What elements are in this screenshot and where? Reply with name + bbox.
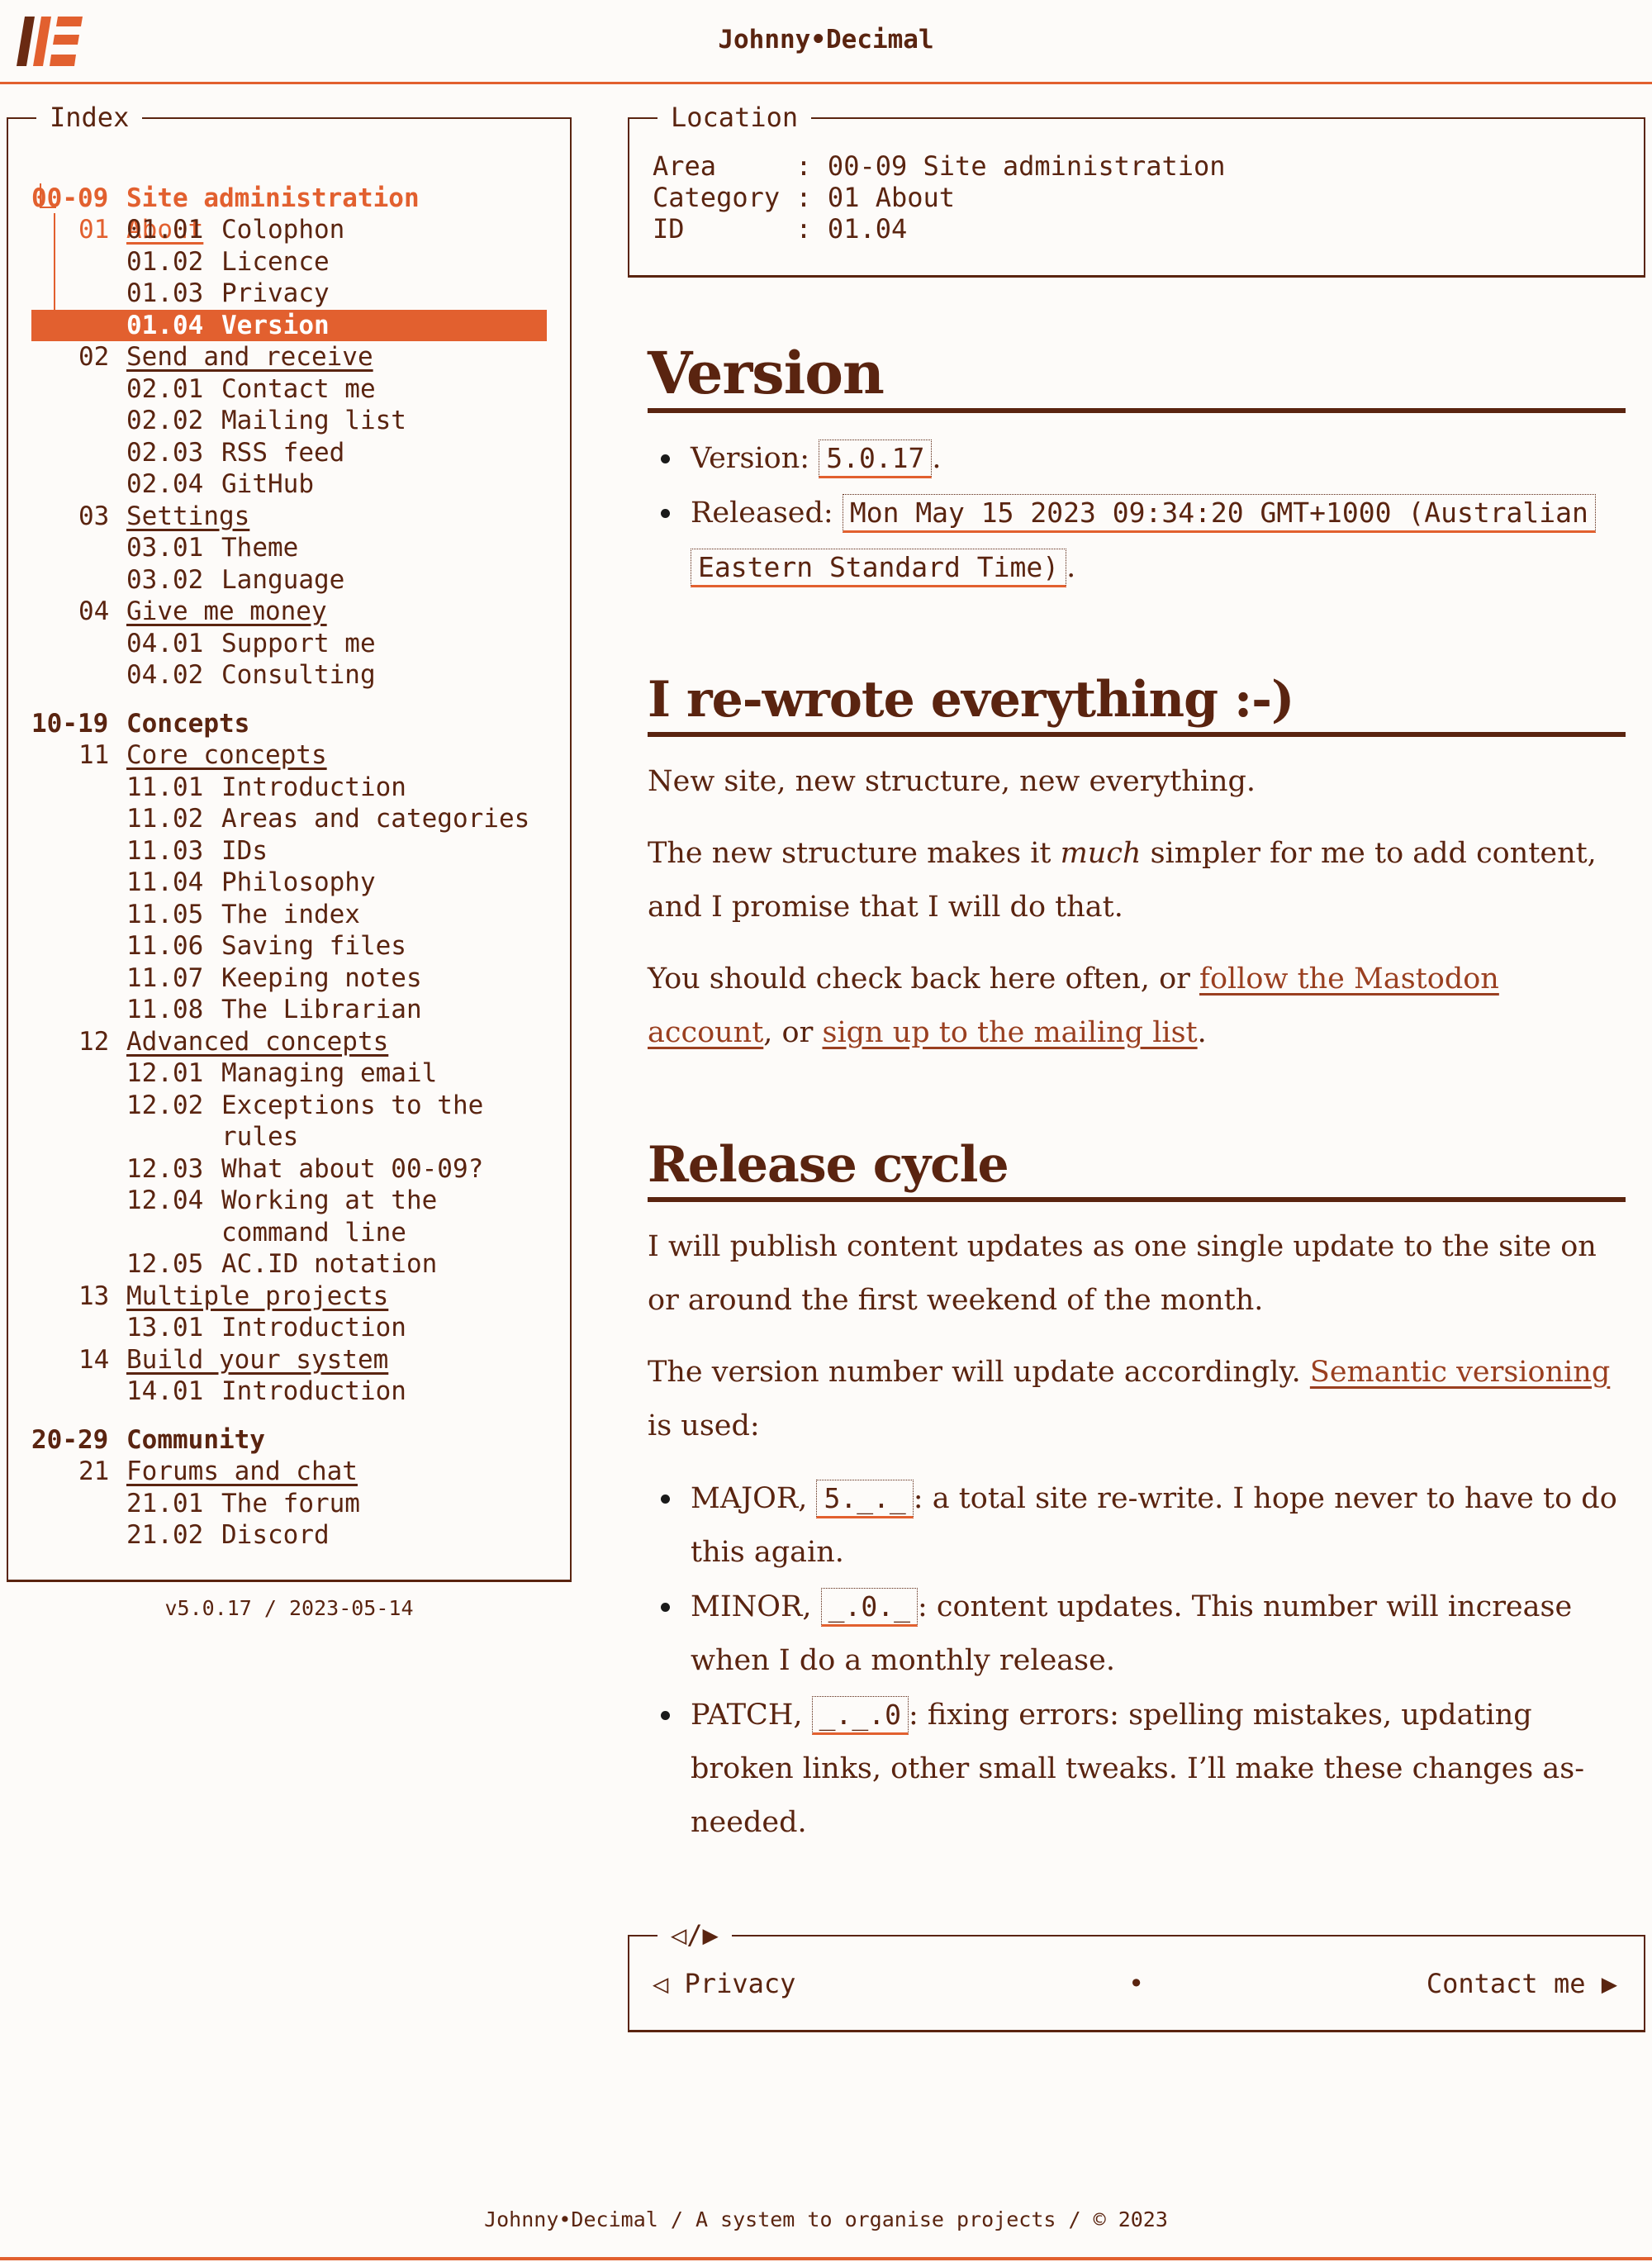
site-version: v5.0.17 / 2023-05-14 — [164, 1596, 414, 1620]
index-category-12[interactable]: 12 Advanced concepts — [31, 1026, 547, 1058]
paragraph: The new structure makes it much simpler … — [648, 837, 1597, 924]
footer-rule — [0, 2257, 1652, 2260]
index-id-02.01[interactable]: 02.01 Contact me — [31, 373, 547, 406]
index-id-12.03[interactable]: 12.03 What about 00-09? — [31, 1153, 547, 1186]
major-code: 5._._ — [816, 1480, 914, 1518]
paragraph: New site, new structure, new everything. — [648, 765, 1256, 798]
location-panel-label: Location — [657, 101, 812, 134]
index-category-21[interactable]: 21 Forums and chat — [31, 1456, 547, 1488]
index-id-21.01[interactable]: 21.01 The forum — [31, 1488, 547, 1520]
next-page-link[interactable]: Contact me ▶ — [1427, 1968, 1617, 1999]
index-id-03.02[interactable]: 03.02 Language — [31, 564, 547, 596]
index-id-04.02[interactable]: 04.02 Consulting — [31, 659, 547, 691]
article: Version Version: 5.0.17. Released: Mon M… — [648, 322, 1626, 1850]
index-id-11.08[interactable]: 11.08 The Librarian — [31, 994, 547, 1026]
location-area: Area : 00-09 Site administration — [653, 150, 1226, 182]
semantic-versioning-link[interactable]: Semantic versioning — [1310, 1356, 1610, 1389]
index-area-00-09[interactable]: 00-09 Site administration — [31, 150, 547, 213]
released-item: Released: Mon May 15 2023 09:34:20 GMT+1… — [648, 486, 1626, 595]
site-footer: Johnny•Decimal / A system to organise pr… — [484, 2207, 1168, 2231]
minor-code: _.0._ — [820, 1588, 918, 1627]
index-id-12.04[interactable]: 12.04 Working at the command line — [31, 1185, 547, 1248]
version-item: Version: 5.0.17. — [648, 431, 1626, 486]
index-id-11.04[interactable]: 11.04 Philosophy — [31, 867, 547, 899]
version-code: 5.0.17 — [819, 440, 933, 478]
page-navigation-label: ◁/▶ — [657, 1918, 732, 1951]
index-id-11.05[interactable]: 11.05 The index — [31, 899, 547, 931]
site-header: Johnny•Decimal — [0, 0, 1652, 84]
index-category-13[interactable]: 13 Multiple projects — [31, 1281, 547, 1313]
index-category-04[interactable]: 04 Give me money — [31, 596, 547, 628]
index-id-14.01[interactable]: 14.01 Introduction — [31, 1376, 547, 1408]
index-id-11.03[interactable]: 11.03 IDs — [31, 835, 547, 867]
index-id-01.01[interactable]: 01.01 Colophon — [31, 214, 547, 246]
index-category-03[interactable]: 03 Settings — [31, 501, 547, 533]
index-id-13.01[interactable]: 13.01 Introduction — [31, 1312, 547, 1344]
paragraph: You should check back here often, or fol… — [648, 962, 1499, 1049]
index-id-02.04[interactable]: 02.04 GitHub — [31, 468, 547, 501]
index-tree: 00-09 Site administration 01 About 01.01 Co… — [31, 150, 547, 1552]
prev-page-link[interactable]: ◁ Privacy — [653, 1968, 795, 1999]
location-category: Category : 01 About — [653, 182, 956, 213]
semver-list: MAJOR, 5._._: a total site re-write. I h… — [648, 1471, 1626, 1850]
index-id-12.02[interactable]: 12.02 Exceptions to the rules — [31, 1090, 547, 1153]
index-id-01.03[interactable]: 01.03 Privacy — [31, 278, 547, 310]
index-category-14[interactable]: 14 Build your system — [31, 1344, 547, 1376]
index-id-01.04-selected[interactable]: 01.04 Version — [31, 309, 547, 341]
site-title[interactable]: Johnny•Decimal — [0, 25, 1652, 55]
index-id-12.01[interactable]: 12.01 Managing email — [31, 1057, 547, 1090]
mailing-list-link[interactable]: sign up to the mailing list — [822, 1016, 1197, 1049]
index-id-01.02[interactable]: 01.02 Licence — [31, 246, 547, 278]
index-id-12.05[interactable]: 12.05 AC.ID notation — [31, 1248, 547, 1281]
index-id-04.01[interactable]: 04.01 Support me — [31, 628, 547, 660]
index-panel-label: Index — [36, 101, 143, 134]
index-category-01[interactable]: 01 About — [31, 183, 547, 245]
page-title: Version — [648, 340, 1626, 413]
index-area-10-19[interactable]: 10-19 Concepts — [31, 708, 547, 740]
index-id-11.07[interactable]: 11.07 Keeping notes — [31, 962, 547, 995]
section-heading-release-cycle: Release cycle — [648, 1134, 1626, 1202]
paragraph: The version number will update according… — [648, 1356, 1611, 1442]
section-heading-rewrite: I re-wrote everything :-) — [648, 669, 1626, 737]
nav-separator: • — [1128, 1968, 1145, 1999]
semver-major-item: MAJOR, 5._._: a total site re-write. I h… — [648, 1471, 1626, 1580]
index-id-03.01[interactable]: 03.01 Theme — [31, 532, 547, 564]
index-area-20-29[interactable]: 20-29 Community — [31, 1424, 547, 1457]
patch-code: _._.0 — [811, 1696, 909, 1735]
index-id-11.06[interactable]: 11.06 Saving files — [31, 930, 547, 962]
index-id-02.02[interactable]: 02.02 Mailing list — [31, 405, 547, 437]
version-list: Version: 5.0.17. Released: Mon May 15 20… — [648, 431, 1626, 595]
index-category-11[interactable]: 11 Core concepts — [31, 739, 547, 772]
index-id-02.03[interactable]: 02.03 RSS feed — [31, 437, 547, 469]
paragraph: I will publish content updates as one si… — [648, 1230, 1597, 1317]
index-id-11.02[interactable]: 11.02 Areas and categories — [31, 803, 547, 835]
semver-minor-item: MINOR, _.0._: content updates. This numb… — [648, 1580, 1626, 1688]
index-id-21.02[interactable]: 21.02 Discord — [31, 1519, 547, 1552]
index-id-11.01[interactable]: 11.01 Introduction — [31, 772, 547, 804]
semver-patch-item: PATCH, _._.0: fixing errors: spelling mi… — [648, 1688, 1626, 1850]
index-category-02[interactable]: 02 Send and receive — [31, 341, 547, 373]
location-id: ID : 01.04 — [653, 213, 908, 245]
